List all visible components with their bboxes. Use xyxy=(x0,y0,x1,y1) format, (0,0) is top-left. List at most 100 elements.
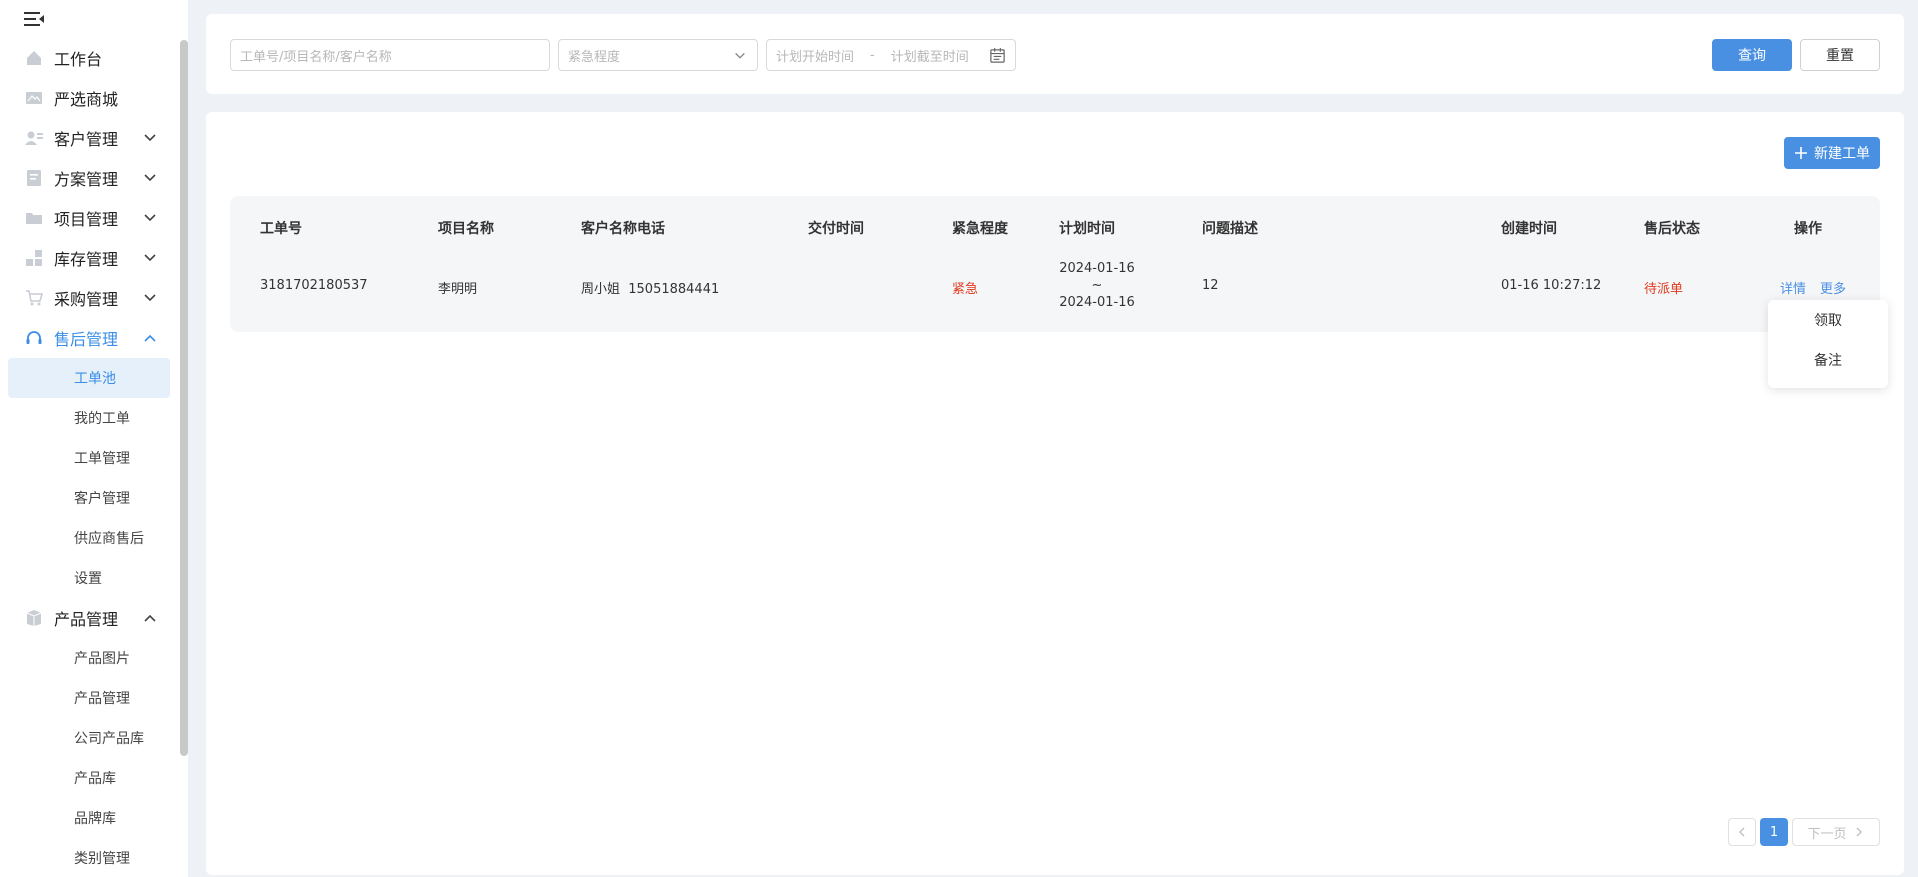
sidebar-item-plan[interactable]: 方案管理 xyxy=(0,158,178,198)
sidebar-menu: 工作台 严选商城 客户管理 方案管理 项目管理 库存管理 采购管理 售后管理 工… xyxy=(0,38,178,877)
product-icon xyxy=(24,608,44,628)
home-icon xyxy=(24,48,44,68)
sidebar-subitem-order-management[interactable]: 工单管理 xyxy=(8,438,170,478)
sidebar-item-workbench[interactable]: 工作台 xyxy=(0,38,178,78)
sidebar-item-product[interactable]: 产品管理 xyxy=(0,598,178,638)
sidebar-item-label: 严选商城 xyxy=(54,90,119,109)
chevron-left-icon xyxy=(1739,827,1745,837)
next-page-button[interactable]: 下一页 xyxy=(1792,818,1880,846)
plus-icon xyxy=(1795,147,1807,159)
sidebar-item-mall[interactable]: 严选商城 xyxy=(0,78,178,118)
customer-icon xyxy=(24,128,44,148)
claim-menu-item[interactable]: 领取 xyxy=(1768,300,1888,340)
sidebar-subitem-order-pool[interactable]: 工单池 xyxy=(8,358,170,398)
more-link[interactable]: 更多 xyxy=(1820,278,1846,297)
chevron-down-icon xyxy=(144,294,156,302)
column-header: 操作 xyxy=(1794,221,1822,237)
plan-start: 2024-01-16 xyxy=(1059,261,1135,276)
chevron-up-icon xyxy=(144,334,156,342)
sidebar-subitem-product-images[interactable]: 产品图片 xyxy=(8,638,170,678)
project-name-cell: 李明明 xyxy=(438,282,478,297)
reset-button[interactable]: 重置 xyxy=(1800,39,1880,71)
menu-collapse-icon[interactable] xyxy=(24,10,44,28)
chevron-down-icon xyxy=(144,254,156,262)
headset-icon xyxy=(24,328,44,348)
detail-link[interactable]: 详情 xyxy=(1780,278,1806,297)
sidebar-item-label: 客户管理 xyxy=(54,130,119,149)
sidebar-item-inventory[interactable]: 库存管理 xyxy=(0,238,178,278)
page-number-current[interactable]: 1 xyxy=(1760,818,1788,846)
customer-cell: 周小姐 15051884441 xyxy=(581,282,720,297)
column-header: 创建时间 xyxy=(1501,221,1557,237)
plan-end: 2024-01-16 xyxy=(1059,295,1135,310)
new-order-label: 新建工单 xyxy=(1814,146,1870,162)
sidebar-subitem-customer-management[interactable]: 客户管理 xyxy=(8,478,170,518)
start-date-placeholder: 计划开始时间 xyxy=(776,49,855,65)
sidebar-subitem-product-management[interactable]: 产品管理 xyxy=(8,678,170,718)
column-header: 工单号 xyxy=(260,221,302,237)
chevron-down-icon xyxy=(144,174,156,182)
sidebar-scrollbar[interactable] xyxy=(180,40,188,756)
main-panel: 新建工单 工单号 项目名称 客户名称电话 交付时间 紧急程度 计划时间 问题描述… xyxy=(206,112,1904,875)
chevron-down-icon xyxy=(144,214,156,222)
chevron-down-icon xyxy=(735,52,745,59)
end-date-placeholder: 计划截至时间 xyxy=(890,49,969,65)
sidebar-subitem-brand-library[interactable]: 品牌库 xyxy=(8,798,170,838)
chevron-down-icon xyxy=(144,134,156,142)
folder-icon xyxy=(24,208,44,228)
keyword-placeholder: 工单号/项目名称/客户名称 xyxy=(240,49,392,65)
filter-panel: 工单号/项目名称/客户名称 紧急程度 计划开始时间 - 计划截至时间 查询 重置 xyxy=(206,14,1904,94)
urgency-placeholder: 紧急程度 xyxy=(568,49,621,65)
column-header: 计划时间 xyxy=(1059,221,1115,237)
sidebar-item-customer[interactable]: 客户管理 xyxy=(0,118,178,158)
plan-time-cell: 2024-01-16 ~ 2024-01-16 xyxy=(1059,260,1135,311)
keyword-search-input[interactable]: 工单号/项目名称/客户名称 xyxy=(230,39,550,71)
column-header: 售后状态 xyxy=(1644,221,1700,237)
sidebar-item-label: 库存管理 xyxy=(54,250,119,269)
column-header: 项目名称 xyxy=(438,221,494,237)
new-order-button[interactable]: 新建工单 xyxy=(1784,137,1880,169)
sidebar-item-label: 采购管理 xyxy=(54,290,119,309)
order-table: 工单号 项目名称 客户名称电话 交付时间 紧急程度 计划时间 问题描述 创建时间… xyxy=(230,196,1880,332)
sidebar-item-label: 产品管理 xyxy=(54,610,119,629)
sidebar-item-aftersale[interactable]: 售后管理 xyxy=(0,318,178,358)
sidebar-subitem-settings[interactable]: 设置 xyxy=(8,558,170,598)
query-button[interactable]: 查询 xyxy=(1712,39,1792,71)
next-page-label: 下一页 xyxy=(1807,826,1847,842)
more-actions-dropdown: 领取 备注 xyxy=(1768,300,1888,388)
mall-icon xyxy=(24,88,44,108)
chevron-right-icon xyxy=(1856,827,1862,837)
sidebar-item-label: 售后管理 xyxy=(54,330,119,349)
remark-menu-item[interactable]: 备注 xyxy=(1768,340,1888,380)
sidebar-subitem-company-product-library[interactable]: 公司产品库 xyxy=(8,718,170,758)
urgency-cell: 紧急 xyxy=(952,282,979,297)
description-cell: 12 xyxy=(1202,278,1219,293)
column-header: 客户名称电话 xyxy=(581,221,665,237)
column-header: 紧急程度 xyxy=(952,221,1008,237)
status-badge: 待派单 xyxy=(1644,282,1684,297)
sidebar-item-label: 工作台 xyxy=(54,50,103,69)
sidebar-item-label: 项目管理 xyxy=(54,210,119,229)
sidebar-subitem-my-orders[interactable]: 我的工单 xyxy=(8,398,170,438)
column-header: 交付时间 xyxy=(808,221,864,237)
plan-icon xyxy=(24,168,44,188)
plan-separator: ~ xyxy=(1091,278,1103,293)
range-separator: - xyxy=(870,47,875,63)
created-time-cell: 01-16 10:27:12 xyxy=(1501,278,1602,293)
order-number-cell: 3181702180537 xyxy=(260,278,368,293)
sidebar-item-project[interactable]: 项目管理 xyxy=(0,198,178,238)
sidebar-subitem-supplier-aftersale[interactable]: 供应商售后 xyxy=(8,518,170,558)
plan-date-range-picker[interactable]: 计划开始时间 - 计划截至时间 xyxy=(766,39,1016,71)
sidebar-subitem-product-library[interactable]: 产品库 xyxy=(8,758,170,798)
prev-page-button[interactable] xyxy=(1728,818,1756,846)
inventory-icon xyxy=(24,248,44,268)
column-header: 问题描述 xyxy=(1202,221,1258,237)
sidebar-item-label: 方案管理 xyxy=(54,170,119,189)
sidebar-item-purchase[interactable]: 采购管理 xyxy=(0,278,178,318)
sidebar: 工作台 严选商城 客户管理 方案管理 项目管理 库存管理 采购管理 售后管理 工… xyxy=(0,0,188,877)
urgency-select[interactable]: 紧急程度 xyxy=(558,39,758,71)
calendar-icon xyxy=(990,47,1005,63)
chevron-up-icon xyxy=(144,614,156,622)
sidebar-subitem-category-management[interactable]: 类别管理 xyxy=(8,838,170,877)
cart-icon xyxy=(24,288,44,308)
